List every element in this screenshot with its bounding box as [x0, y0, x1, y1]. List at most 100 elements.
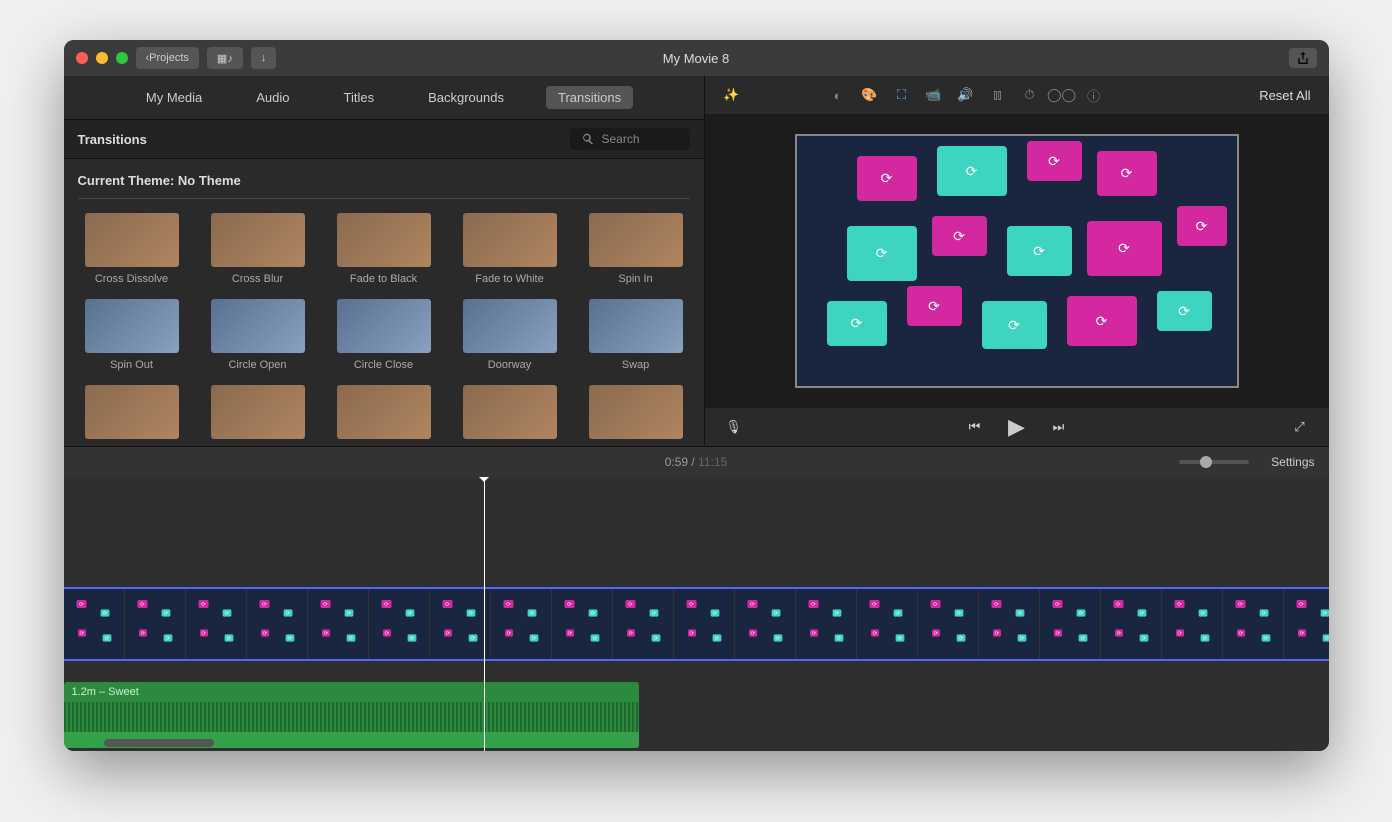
- video-frame[interactable]: [613, 589, 674, 659]
- transition-label: Swap: [622, 359, 650, 371]
- transition-thumb: [337, 299, 431, 353]
- tab-titles[interactable]: Titles: [332, 86, 387, 109]
- import-button[interactable]: ↓: [251, 47, 277, 69]
- transition-circle-open[interactable]: Circle Open: [204, 299, 312, 371]
- filter-icon[interactable]: ◯◯: [1053, 86, 1071, 104]
- video-frame[interactable]: [1284, 589, 1329, 659]
- transition-item-13[interactable]: [456, 385, 564, 445]
- transition-thumb: [589, 213, 683, 267]
- transition-cross-blur[interactable]: Cross Blur: [204, 213, 312, 285]
- timeline[interactable]: 1.2m – Sweet: [64, 477, 1329, 751]
- transition-circle-close[interactable]: Circle Close: [330, 299, 438, 371]
- volume-icon[interactable]: 🔊: [957, 86, 975, 104]
- voiceover-icon[interactable]: 🎙: [725, 418, 743, 436]
- share-button[interactable]: [1289, 48, 1317, 68]
- window-title: My Movie 8: [663, 51, 729, 66]
- transition-item-12[interactable]: [330, 385, 438, 445]
- search-placeholder: Search: [602, 132, 640, 146]
- enhance-icon[interactable]: ✨: [723, 86, 741, 104]
- transition-label: Spin In: [618, 273, 652, 285]
- timeline-scrollbar[interactable]: [104, 739, 214, 747]
- video-frame[interactable]: [552, 589, 613, 659]
- zoom-slider[interactable]: [1179, 460, 1249, 464]
- info-icon[interactable]: ⓘ: [1085, 86, 1103, 104]
- tab-backgrounds[interactable]: Backgrounds: [416, 86, 516, 109]
- tab-my-media[interactable]: My Media: [134, 86, 214, 109]
- video-frame[interactable]: [674, 589, 735, 659]
- video-frame[interactable]: [857, 589, 918, 659]
- media-library-button[interactable]: ▦♪: [207, 47, 243, 69]
- video-frame[interactable]: [1101, 589, 1162, 659]
- transition-thumb: [85, 385, 179, 439]
- video-frame[interactable]: [735, 589, 796, 659]
- transition-item-10[interactable]: [78, 385, 186, 445]
- search-input[interactable]: Search: [570, 128, 690, 150]
- video-frame[interactable]: [1040, 589, 1101, 659]
- transition-thumb: [85, 213, 179, 267]
- transition-label: Cross Blur: [232, 273, 283, 285]
- transition-doorway[interactable]: Doorway: [456, 299, 564, 371]
- noise-icon[interactable]: ⫾⫾: [989, 86, 1007, 104]
- video-frame[interactable]: [64, 589, 125, 659]
- transition-label: Circle Close: [354, 359, 413, 371]
- section-header: Transitions: [78, 132, 147, 147]
- color-correction-icon[interactable]: 🎨: [861, 86, 879, 104]
- transition-thumb: [337, 385, 431, 439]
- tab-audio[interactable]: Audio: [244, 86, 301, 109]
- video-frame[interactable]: [979, 589, 1040, 659]
- transition-spin-in[interactable]: Spin In: [582, 213, 690, 285]
- transition-item-14[interactable]: [582, 385, 690, 445]
- video-frame[interactable]: [125, 589, 186, 659]
- video-track[interactable]: [64, 587, 1329, 661]
- video-frame[interactable]: [796, 589, 857, 659]
- speed-icon[interactable]: ⏱: [1021, 86, 1039, 104]
- next-button[interactable]: ⏭: [1050, 418, 1068, 436]
- video-frame[interactable]: [1223, 589, 1284, 659]
- color-balance-icon[interactable]: ◐: [829, 86, 847, 104]
- video-frame[interactable]: [918, 589, 979, 659]
- video-frame[interactable]: [186, 589, 247, 659]
- video-frame[interactable]: [308, 589, 369, 659]
- transition-fade-to-black[interactable]: Fade to Black: [330, 213, 438, 285]
- transition-label: Fade to Black: [350, 273, 417, 285]
- transition-thumb: [463, 213, 557, 267]
- close-window[interactable]: [76, 52, 88, 64]
- stabilize-icon[interactable]: 📹: [925, 86, 943, 104]
- video-frame[interactable]: [430, 589, 491, 659]
- transition-thumb: [589, 385, 683, 439]
- transition-label: Spin Out: [110, 359, 153, 371]
- play-button[interactable]: ▶: [1008, 418, 1026, 436]
- transition-thumb: [211, 213, 305, 267]
- transition-item-11[interactable]: [204, 385, 312, 445]
- transition-label: Circle Open: [228, 359, 286, 371]
- video-frame[interactable]: [1162, 589, 1223, 659]
- theme-label: Current Theme: No Theme: [78, 173, 690, 199]
- tab-transitions[interactable]: Transitions: [546, 86, 633, 109]
- transition-fade-to-white[interactable]: Fade to White: [456, 213, 564, 285]
- video-frame[interactable]: [369, 589, 430, 659]
- preview-viewer[interactable]: [705, 114, 1329, 408]
- fullscreen-icon[interactable]: ⤢: [1291, 418, 1309, 436]
- minimize-window[interactable]: [96, 52, 108, 64]
- inspector-toolbar: ✨ ◐ 🎨 ⛶ 📹 🔊 ⫾⫾ ⏱ ◯◯ ⓘ Reset All: [705, 76, 1329, 114]
- video-frame[interactable]: [491, 589, 552, 659]
- settings-button[interactable]: Settings: [1271, 455, 1314, 469]
- reset-all-button[interactable]: Reset All: [1259, 88, 1310, 103]
- prev-button[interactable]: ⏮: [966, 418, 984, 436]
- transition-cross-dissolve[interactable]: Cross Dissolve: [78, 213, 186, 285]
- maximize-window[interactable]: [116, 52, 128, 64]
- titlebar: ‹ Projects ▦♪ ↓ My Movie 8: [64, 40, 1329, 76]
- transition-spin-out[interactable]: Spin Out: [78, 299, 186, 371]
- playhead[interactable]: [484, 477, 485, 751]
- transition-swap[interactable]: Swap: [582, 299, 690, 371]
- audio-waveform: [64, 702, 639, 732]
- total-duration: 11:15: [698, 455, 727, 469]
- transition-label: Cross Dissolve: [95, 273, 168, 285]
- crop-icon[interactable]: ⛶: [893, 86, 911, 104]
- audio-clip-label: 1.2m – Sweet: [64, 682, 639, 702]
- back-label: Projects: [149, 52, 189, 64]
- back-projects-button[interactable]: ‹ Projects: [136, 47, 199, 69]
- transition-label: Fade to White: [475, 273, 543, 285]
- transition-thumb: [589, 299, 683, 353]
- video-frame[interactable]: [247, 589, 308, 659]
